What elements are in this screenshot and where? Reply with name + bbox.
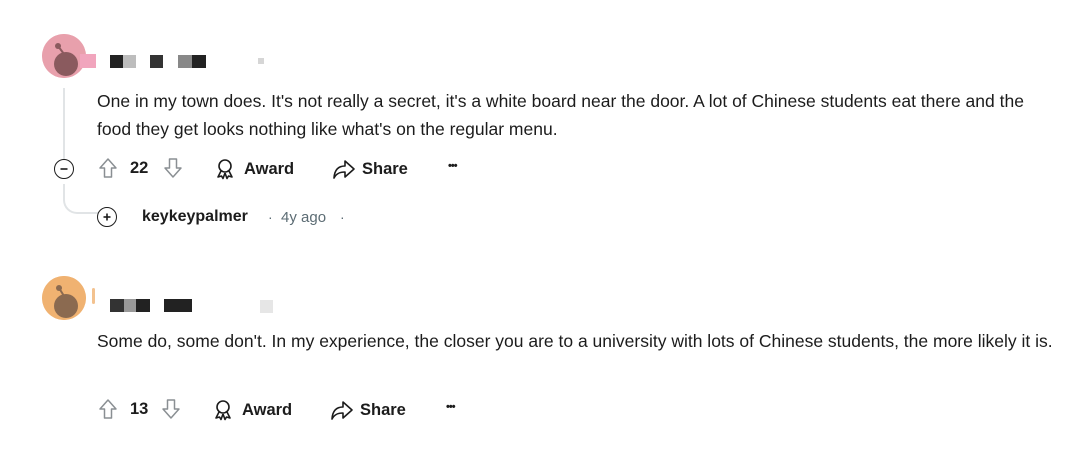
redacted-username [178,55,192,68]
redacted-username [124,299,136,312]
award-label: Award [244,159,295,178]
upvote-button[interactable] [97,157,119,179]
redacted-username [164,299,192,312]
redacted-username [110,55,123,68]
more-options-button[interactable]: ••• [446,401,456,413]
share-label: Share [362,159,408,178]
share-button[interactable]: Share [332,158,408,180]
redacted-username [136,299,150,312]
downvote-arrow-icon [162,399,180,419]
share-arrow-icon [333,160,355,179]
share-arrow-icon [331,401,353,420]
downvote-button[interactable] [162,157,184,179]
expand-reply-button[interactable] [97,207,117,227]
share-label: Share [360,400,406,419]
redacted-username-block [80,54,96,68]
share-button[interactable]: Share [330,399,406,421]
vote-count: 13 [130,400,149,418]
upvote-button[interactable] [97,398,119,420]
meta-separator: · [340,209,345,225]
award-icon [217,159,233,180]
reply-timestamp: 4y ago [281,209,327,226]
ellipsis-icon: ••• [446,401,456,413]
user-avatar[interactable] [42,276,86,320]
thread-branch [63,184,99,214]
redacted-username [150,55,163,68]
thread-line [63,88,65,160]
downvote-button[interactable] [160,398,182,420]
plus-circle-icon [103,213,111,221]
redacted-username [123,55,136,68]
downvote-arrow-icon [164,158,182,178]
upvote-arrow-icon [99,399,117,419]
reply-username[interactable]: keykeypalmer [142,208,248,226]
collapse-thread-button[interactable] [54,159,74,179]
snoo-avatar-icon [42,276,86,320]
award-icon [215,400,231,421]
redacted-meta [260,300,273,313]
comment-body: One in my town does. It's not really a s… [97,91,1024,139]
ellipsis-icon: ••• [448,160,458,172]
award-button[interactable]: Award [212,399,292,421]
minus-circle-icon [60,168,68,170]
redacted-flair [92,288,95,304]
redacted-meta [258,58,264,64]
award-label: Award [242,400,293,419]
more-options-button[interactable]: ••• [448,160,458,172]
comment-body: Some do, some don't. In my experience, t… [97,331,1053,351]
vote-count: 22 [130,159,149,177]
award-button[interactable]: Award [214,158,294,180]
meta-separator: · [268,209,273,225]
redacted-username [192,55,206,68]
upvote-arrow-icon [99,158,117,178]
redacted-username [110,299,124,312]
